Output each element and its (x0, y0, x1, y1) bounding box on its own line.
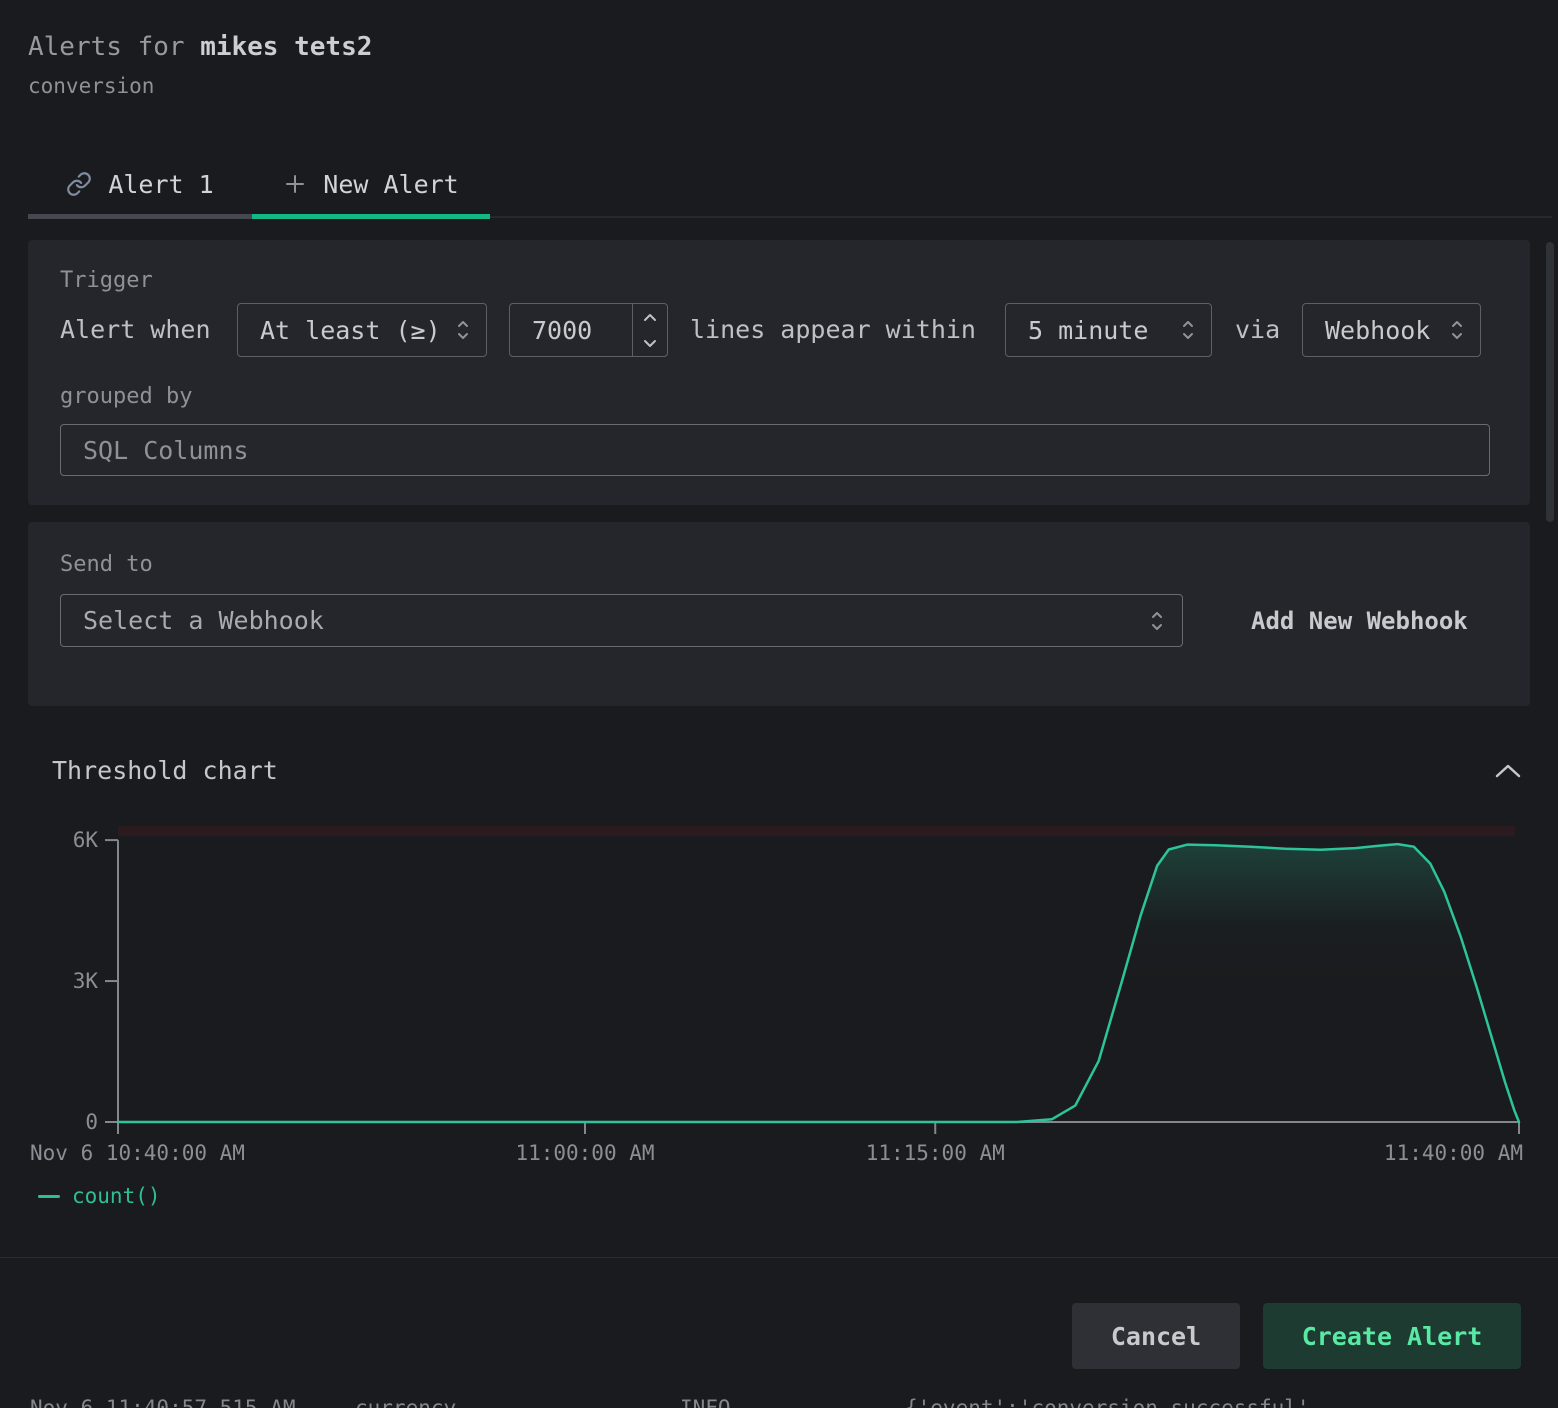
threshold-value-field[interactable] (510, 304, 632, 356)
threshold-chart-svg: 0 3K 6K Nov 6 10:40:00 AM 11:00:00 AM 11:15:0… (0, 812, 1558, 1172)
threshold-number-input (509, 303, 668, 357)
threshold-chart: 0 3K 6K Nov 6 10:40:00 AM 11:00:00 AM 11:15:0… (0, 812, 1558, 1172)
lines-appear-text: lines appear within (690, 303, 976, 357)
svg-text:Nov 6 10:40:00 AM: Nov 6 10:40:00 AM (30, 1141, 245, 1165)
svg-text:11:40:00 AM: 11:40:00 AM (1384, 1141, 1523, 1165)
chevron-updown-icon (1150, 608, 1164, 634)
threshold-chart-title: Threshold chart (52, 756, 278, 785)
trigger-label: Trigger (60, 268, 153, 293)
webhook-select-value: Select a Webhook (83, 606, 324, 635)
condition-select-value: At least (≥) (260, 316, 441, 345)
spinner-down-button[interactable] (633, 330, 667, 356)
spinner-up-button[interactable] (633, 304, 667, 330)
send-to-panel: Send to Select a Webhook Add New Webhook (28, 522, 1530, 706)
cancel-button[interactable]: Cancel (1072, 1303, 1240, 1369)
page-title-prefix: Alerts for (28, 32, 200, 62)
chart-legend: count() (38, 1184, 161, 1208)
tab-new-alert-underline (252, 214, 490, 219)
add-new-webhook-button[interactable]: Add New Webhook (1245, 606, 1474, 636)
alert-when-text: Alert when (60, 303, 211, 357)
channel-select-value: Webhook (1325, 316, 1430, 345)
channel-select[interactable]: Webhook (1302, 303, 1481, 357)
collapse-section-button[interactable] (1490, 756, 1526, 786)
svg-text:0: 0 (85, 1110, 98, 1134)
chevron-updown-icon (456, 317, 470, 343)
window-select-value: 5 minute (1028, 316, 1148, 345)
footer-divider (0, 1257, 1558, 1258)
chevron-updown-icon (1181, 317, 1195, 343)
tab-new-alert-label: New Alert (323, 170, 458, 199)
svg-text:11:15:00 AM: 11:15:00 AM (866, 1141, 1005, 1165)
number-spinner (632, 304, 667, 356)
svg-text:11:00:00 AM: 11:00:00 AM (515, 1141, 654, 1165)
legend-line-swatch (38, 1195, 60, 1198)
svg-text:6K: 6K (73, 828, 99, 852)
grouped-by-label: grouped by (60, 384, 192, 409)
create-alert-button[interactable]: Create Alert (1263, 1303, 1521, 1369)
tab-new-alert[interactable]: New Alert (252, 150, 490, 218)
background-log-row: Nov 6 11:40:57.515 AM currency INFO {'ev… (0, 1392, 1558, 1408)
chevron-updown-icon (1450, 317, 1464, 343)
trigger-panel: Trigger Alert when At least (≥) lines ap… (28, 240, 1530, 505)
window-select[interactable]: 5 minute (1005, 303, 1212, 357)
condition-select[interactable]: At least (≥) (237, 303, 487, 357)
webhook-select[interactable]: Select a Webhook (60, 594, 1183, 647)
via-text: via (1235, 303, 1280, 357)
tab-alert-1-label: Alert 1 (108, 170, 213, 199)
log-level: INFO (680, 1396, 731, 1408)
log-timestamp: Nov 6 11:40:57.515 AM (30, 1396, 296, 1408)
log-service: currency (355, 1396, 456, 1408)
log-message: {'event':'conversion successful' (905, 1396, 1310, 1408)
chevron-down-icon (643, 339, 657, 348)
tab-alert-1-underline (28, 214, 252, 219)
chevron-up-icon (643, 313, 657, 322)
plus-icon (283, 172, 307, 196)
link-icon (66, 171, 92, 197)
page-title: Alerts for mikes tets2 (28, 32, 372, 62)
chevron-up-icon (1494, 763, 1522, 779)
legend-series-label: count() (72, 1184, 161, 1208)
page-title-name: mikes tets2 (200, 32, 372, 62)
svg-text:3K: 3K (73, 969, 99, 993)
send-to-label: Send to (60, 552, 153, 577)
grouped-by-input[interactable] (60, 424, 1490, 476)
scrollbar-thumb[interactable] (1546, 242, 1554, 522)
page-subtitle: conversion (28, 74, 154, 98)
tab-alert-1[interactable]: Alert 1 (28, 150, 252, 218)
